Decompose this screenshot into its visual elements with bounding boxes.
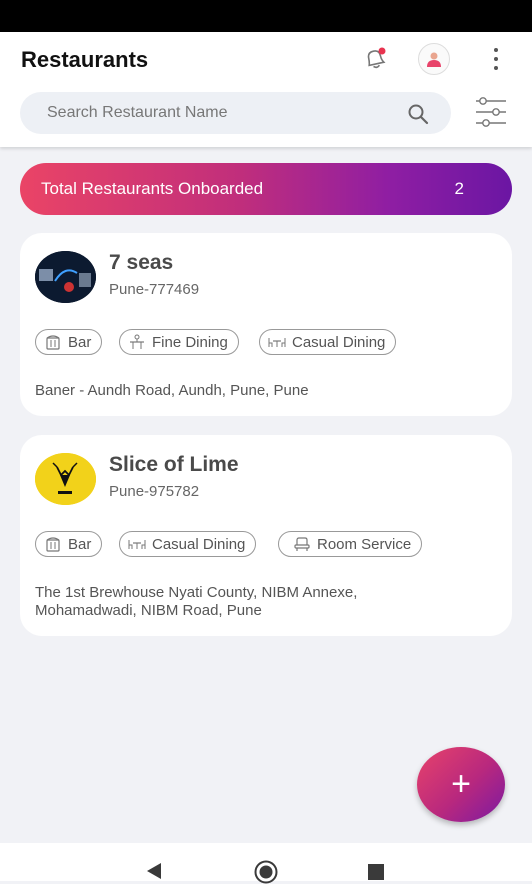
tag-label: Bar [68, 535, 92, 553]
fine-dining-icon [130, 334, 144, 349]
system-nav-bar [0, 843, 532, 884]
more-options-icon[interactable] [485, 44, 507, 74]
bar-icon [46, 335, 60, 350]
restaurant-logo [35, 453, 96, 505]
tag-label: Fine Dining [152, 333, 228, 351]
banner-label: Total Restaurants Onboarded [41, 179, 264, 198]
filter-sliders-icon[interactable] [474, 96, 508, 128]
restaurant-code: Pune-975782 [109, 483, 200, 500]
page-title: Restaurants [21, 47, 149, 72]
tag-chip-casual-dining: Casual Dining [119, 531, 257, 557]
casual-dining-icon [128, 540, 146, 549]
tag-chip-room-service: Room Service [278, 531, 423, 557]
restaurant-address-line2: Mohamadwadi, NIBM Road, Pune [35, 602, 262, 619]
restaurant-card[interactable]: 7 seas Pune-777469 Bar Fine Dining Casua… [20, 233, 512, 416]
user-icon [427, 52, 441, 67]
profile-avatar-button[interactable] [418, 43, 450, 75]
tag-label: Casual Dining [152, 535, 246, 553]
banner-count: 2 [454, 179, 464, 198]
tag-label: Bar [68, 333, 92, 351]
restaurant-name: Slice of Lime [109, 453, 239, 476]
home-icon[interactable] [254, 860, 278, 884]
plus-icon: + [451, 765, 471, 803]
tag-chip-fine-dining: Fine Dining [119, 329, 239, 355]
room-service-icon [294, 537, 310, 551]
restaurant-logo [35, 251, 96, 303]
app-bar: Restaurants [0, 32, 532, 147]
status-bar [0, 0, 532, 32]
casual-dining-icon [268, 338, 286, 347]
restaurant-code: Pune-777469 [109, 281, 200, 298]
restaurant-card[interactable]: Slice of Lime Pune-975782 Bar Casual Din… [20, 435, 512, 636]
notification-bell-icon[interactable] [360, 44, 390, 74]
tag-label: Room Service [317, 535, 412, 553]
search-bar [20, 92, 451, 134]
total-restaurants-banner: Total Restaurants Onboarded 2 [20, 163, 512, 215]
back-icon[interactable] [145, 862, 163, 880]
search-input[interactable] [47, 92, 387, 134]
add-restaurant-button[interactable]: + [417, 747, 505, 822]
recent-apps-icon[interactable] [368, 864, 384, 880]
restaurant-address-line1: The 1st Brewhouse Nyati County, NIBM Ann… [35, 584, 358, 601]
tag-chip-casual-dining: Casual Dining [259, 329, 397, 355]
restaurant-name: 7 seas [109, 251, 174, 274]
tag-chip-bar: Bar [35, 329, 103, 355]
search-icon[interactable] [407, 103, 429, 125]
tag-label: Casual Dining [292, 333, 386, 351]
tag-chip-bar: Bar [35, 531, 103, 557]
restaurant-address: Baner - Aundh Road, Aundh, Pune, Pune [35, 382, 309, 399]
bar-icon [46, 537, 60, 552]
